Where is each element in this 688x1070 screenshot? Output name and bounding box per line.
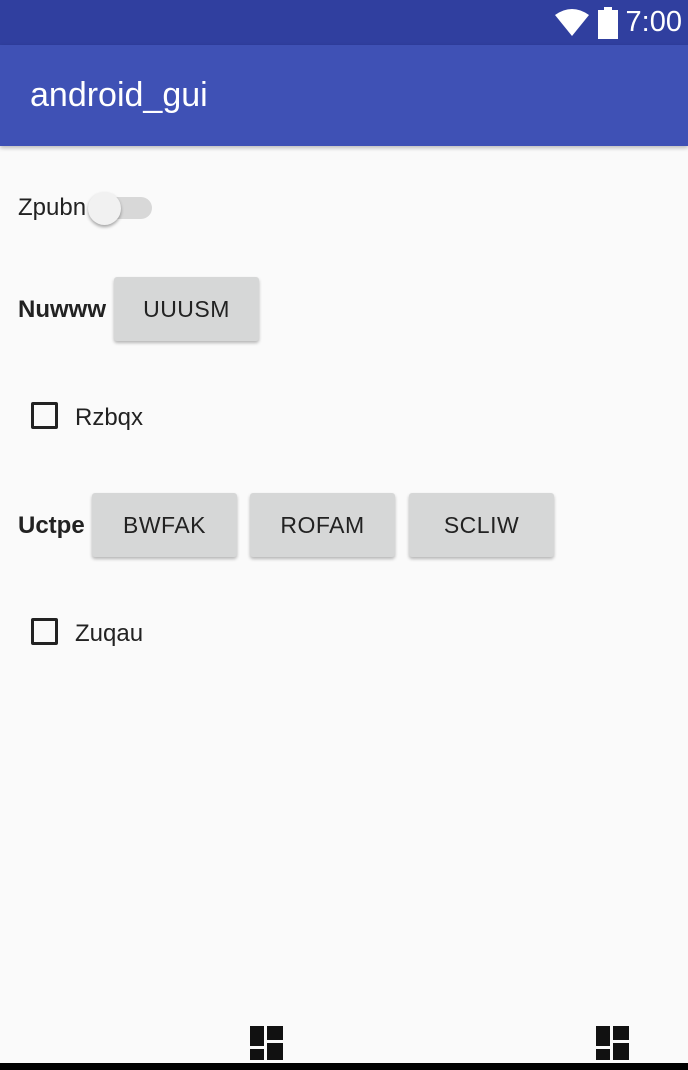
zuqau-checkbox[interactable] — [31, 618, 58, 645]
scliw-button[interactable]: SCLIW — [409, 493, 554, 557]
status-time: 7:00 — [625, 6, 682, 38]
wifi-icon — [554, 8, 589, 36]
rzbqx-checkbox[interactable] — [31, 402, 58, 429]
dashboard-icon[interactable] — [596, 1026, 630, 1060]
uuusm-button[interactable]: UUUSM — [114, 277, 259, 341]
switch-thumb — [88, 192, 121, 225]
rofam-button[interactable]: ROFAM — [250, 493, 395, 557]
navigation-bar — [0, 1063, 688, 1070]
status-icons: 7:00 — [554, 0, 682, 45]
switch-label: Zpubn — [18, 194, 87, 221]
app-title: android_gui — [30, 76, 208, 114]
app-bar: android_gui — [0, 45, 688, 146]
dashboard-icon[interactable] — [250, 1026, 284, 1060]
nuwww-label: Nuwww — [18, 296, 106, 323]
status-bar: 7:00 — [0, 0, 688, 45]
rzbqx-label: Rzbqx — [75, 404, 144, 431]
bwfak-button[interactable]: BWFAK — [92, 493, 237, 557]
zpubn-switch[interactable] — [88, 192, 154, 225]
battery-icon — [597, 6, 618, 39]
uctpe-label: Uctpe — [18, 512, 85, 539]
zuqau-label: Zuqau — [75, 620, 144, 647]
